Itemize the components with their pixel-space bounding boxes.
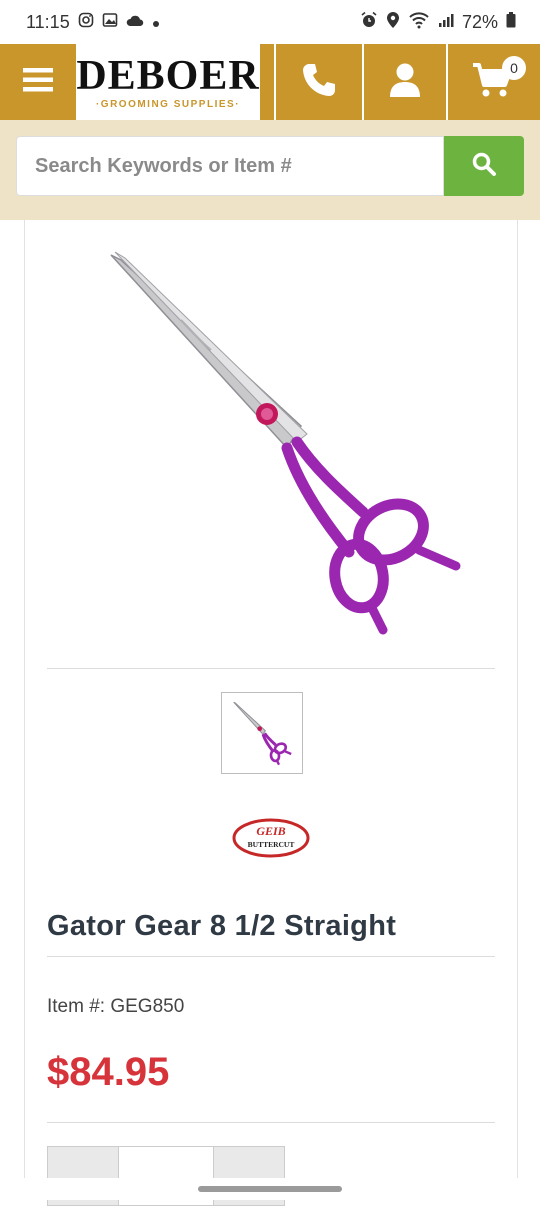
item-number-value: GEG850	[110, 996, 185, 1017]
site-header: DEBOER ·GROOMING SUPPLIES· 0	[0, 44, 540, 120]
menu-button[interactable]	[0, 44, 76, 120]
cart-button[interactable]: 0	[446, 44, 536, 120]
hamburger-icon	[21, 65, 55, 100]
item-number-label: Item #:	[47, 996, 106, 1017]
battery-icon	[506, 11, 516, 33]
alarm-icon	[360, 11, 378, 34]
image-divider	[47, 668, 495, 669]
status-left: 11:15	[26, 12, 160, 33]
brand-logo-line1: GEIB	[256, 824, 285, 838]
product-title: Gator Gear 8 1/2 Straight	[47, 910, 397, 942]
site-logo[interactable]: DEBOER ·GROOMING SUPPLIES·	[76, 44, 260, 120]
user-icon	[388, 62, 422, 103]
brand-logo-line2: BUTTERCUT	[248, 840, 295, 849]
logo-sub-text: ·GROOMING SUPPLIES·	[95, 98, 241, 110]
location-icon	[386, 11, 400, 34]
search-bar	[0, 120, 540, 220]
system-nav-bar	[0, 1178, 540, 1200]
call-button[interactable]	[274, 44, 362, 120]
status-bar: 11:15 72%	[0, 0, 540, 44]
price-divider	[47, 1122, 495, 1123]
wifi-icon	[408, 11, 430, 34]
search-button[interactable]	[444, 136, 524, 196]
title-divider	[47, 956, 495, 957]
product-card: GEIB BUTTERCUT Gator Gear 8 1/2 Straight…	[24, 220, 518, 1206]
instagram-icon	[78, 12, 94, 33]
search-icon	[471, 151, 497, 182]
product-image[interactable]	[91, 230, 471, 650]
battery-percent: 72%	[461, 11, 498, 32]
account-button[interactable]	[362, 44, 446, 120]
dot-icon	[152, 12, 160, 33]
brand-logo[interactable]: GEIB BUTTERCUT	[231, 816, 311, 860]
home-gesture-bar[interactable]	[198, 1186, 342, 1192]
header-spacer	[260, 44, 274, 120]
cloud-icon	[126, 12, 144, 33]
item-number-row: Item #: GEG850	[47, 996, 184, 1018]
cart-count-badge: 0	[502, 56, 526, 80]
product-price: $84.95	[47, 1050, 170, 1094]
status-time: 11:15	[26, 11, 70, 32]
gallery-icon	[102, 12, 118, 33]
status-right: 72%	[360, 11, 516, 34]
search-input[interactable]	[16, 136, 444, 196]
logo-main-text: DEBOER	[76, 52, 260, 99]
thumbnail-image[interactable]	[221, 692, 303, 774]
signal-icon	[438, 12, 454, 33]
phone-icon	[300, 61, 338, 104]
